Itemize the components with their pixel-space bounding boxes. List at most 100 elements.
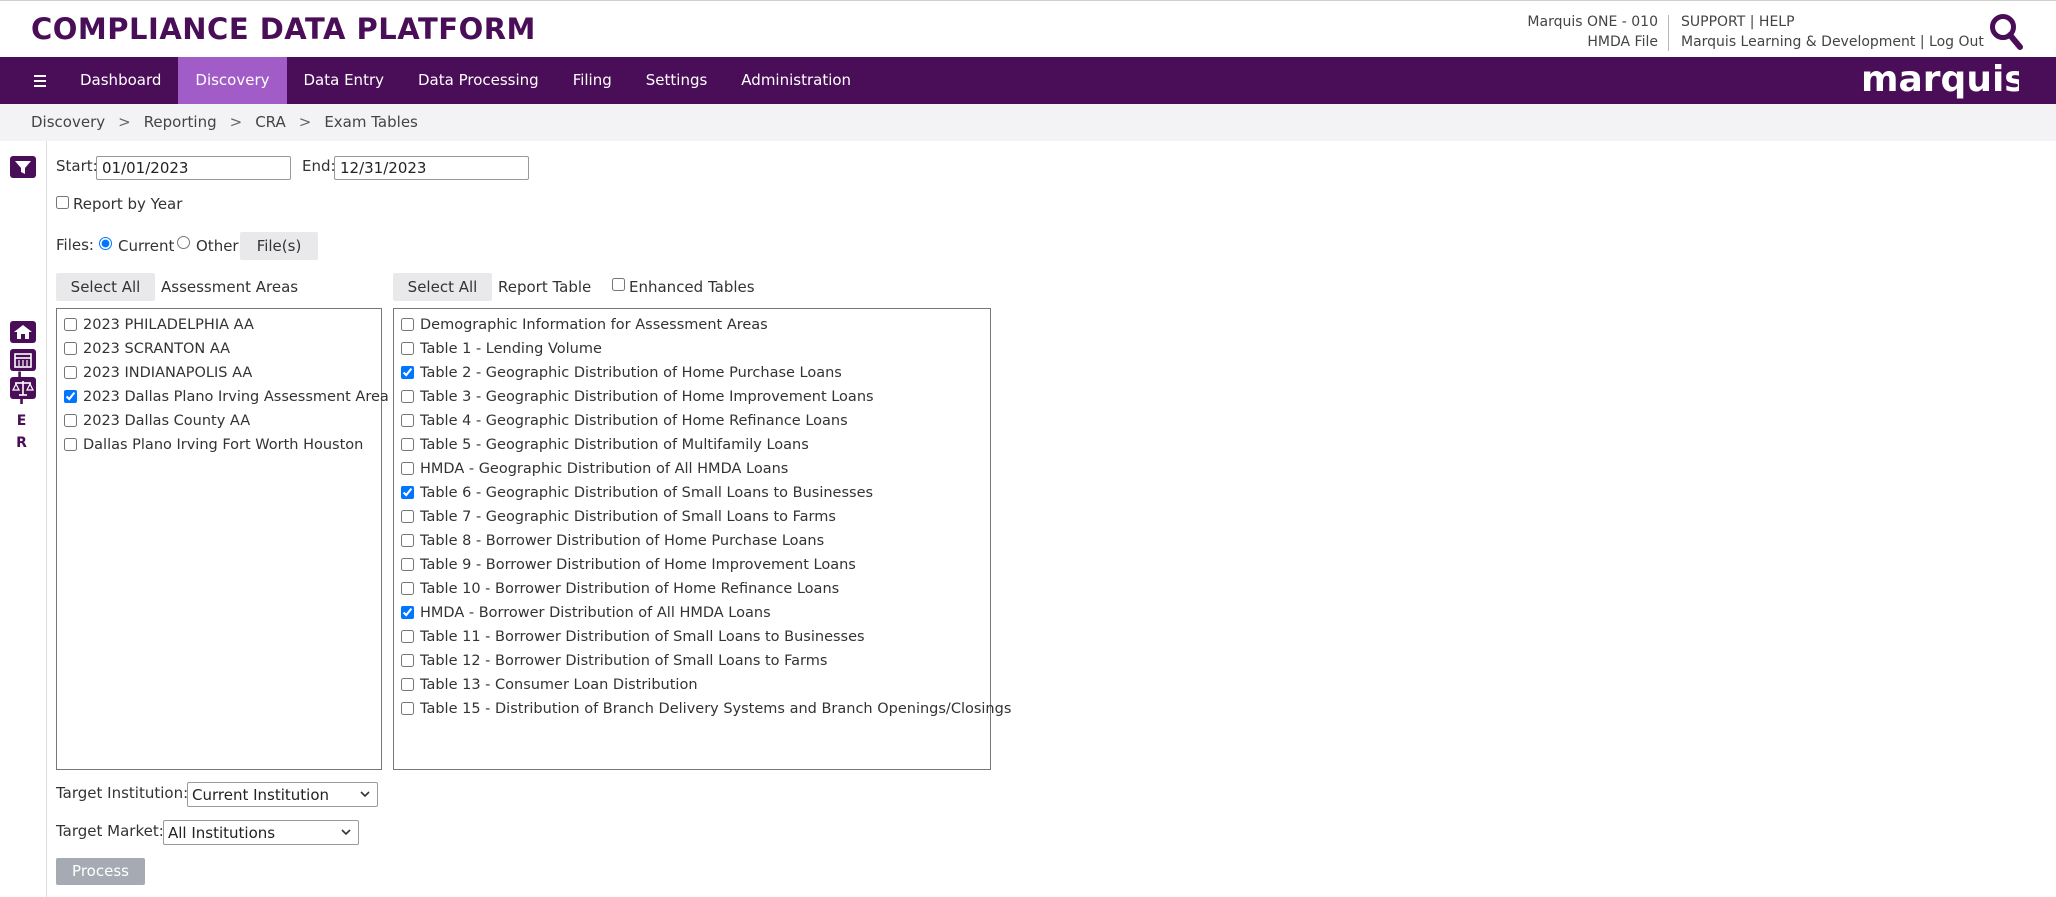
report-table-item[interactable]: Table 5 - Geographic Distribution of Mul…: [401, 437, 809, 461]
nav-dashboard[interactable]: Dashboard: [63, 57, 178, 104]
nav-settings[interactable]: Settings: [629, 57, 725, 104]
report-table-checkbox[interactable]: [401, 630, 414, 643]
chevron-down-icon: [341, 829, 351, 836]
support-links: SUPPORT | HELP Marquis Learning & Develo…: [1681, 12, 1984, 52]
assessment-area-label: 2023 Dallas County AA: [83, 413, 251, 429]
report-table-label: Table 4 - Geographic Distribution of Hom…: [420, 413, 848, 429]
files-current-radio[interactable]: [99, 237, 112, 250]
nav-data-entry[interactable]: Data Entry: [287, 57, 402, 104]
support-help-link[interactable]: SUPPORT | HELP: [1681, 12, 1984, 32]
breadcrumb-reporting[interactable]: Reporting: [144, 113, 217, 131]
nav-administration[interactable]: Administration: [724, 57, 868, 104]
scales-icon[interactable]: [10, 377, 36, 399]
breadcrumb-cra[interactable]: CRA: [255, 113, 286, 131]
select-all-tables-button[interactable]: Select All: [393, 273, 492, 301]
assessment-area-label: 2023 PHILADELPHIA AA: [83, 317, 254, 333]
report-table-checkbox[interactable]: [401, 342, 414, 355]
report-table-item[interactable]: Demographic Information for Assessment A…: [401, 317, 768, 341]
report-table-item[interactable]: Table 15 - Distribution of Branch Delive…: [401, 701, 1011, 725]
report-table-checkbox[interactable]: [401, 366, 414, 379]
breadcrumb-discovery[interactable]: Discovery: [31, 113, 105, 131]
report-table-item[interactable]: Table 7 - Geographic Distribution of Sma…: [401, 509, 836, 533]
breadcrumb-separator: >: [118, 113, 131, 131]
report-table-item[interactable]: Table 2 - Geographic Distribution of Hom…: [401, 365, 842, 389]
hamburger-icon[interactable]: [28, 71, 52, 91]
calendar-icon[interactable]: [10, 349, 36, 371]
breadcrumb-bar: Discovery > Reporting > CRA > Exam Table…: [0, 104, 2056, 141]
target-market-select[interactable]: All Institutions: [163, 820, 359, 845]
report-table-label: Demographic Information for Assessment A…: [420, 317, 768, 333]
enhanced-tables-checkbox[interactable]: [612, 278, 625, 291]
home-icon[interactable]: [10, 321, 36, 343]
start-date-input[interactable]: [96, 156, 291, 180]
report-table-checkbox[interactable]: [401, 414, 414, 427]
files-button[interactable]: File(s): [240, 232, 318, 260]
report-table-checkbox[interactable]: [401, 606, 414, 619]
report-table-item[interactable]: HMDA - Borrower Distribution of All HMDA…: [401, 605, 771, 629]
report-table-item[interactable]: Table 3 - Geographic Distribution of Hom…: [401, 389, 874, 413]
report-table-item[interactable]: Table 1 - Lending Volume: [401, 341, 602, 365]
report-table-item[interactable]: Table 8 - Borrower Distribution of Home …: [401, 533, 824, 557]
report-table-item[interactable]: Table 9 - Borrower Distribution of Home …: [401, 557, 856, 581]
search-icon[interactable]: [1988, 12, 2024, 52]
report-table-checkbox[interactable]: [401, 654, 414, 667]
report-table-checkbox[interactable]: [401, 462, 414, 475]
report-table-label: Table 1 - Lending Volume: [420, 341, 602, 357]
report-table-label: Table 15 - Distribution of Branch Delive…: [420, 701, 1012, 717]
report-table-item[interactable]: Table 6 - Geographic Distribution of Sma…: [401, 485, 873, 509]
filter-icon[interactable]: [10, 156, 36, 178]
assessment-area-checkbox[interactable]: [64, 342, 77, 355]
target-institution-select[interactable]: Current Institution: [187, 782, 378, 807]
report-table-checkbox[interactable]: [401, 534, 414, 547]
process-button[interactable]: Process: [56, 858, 145, 885]
assessment-area-checkbox[interactable]: [64, 438, 77, 451]
end-date-input[interactable]: [334, 156, 529, 180]
report-table-label: Table 3 - Geographic Distribution of Hom…: [420, 389, 874, 405]
main-nav: Dashboard Discovery Data Entry Data Proc…: [0, 57, 2056, 104]
report-table-checkbox[interactable]: [401, 558, 414, 571]
report-table-label: HMDA - Borrower Distribution of All HMDA…: [420, 605, 771, 621]
report-table-item[interactable]: Table 4 - Geographic Distribution of Hom…: [401, 413, 848, 437]
report-table-checkbox[interactable]: [401, 510, 414, 523]
report-table-item[interactable]: HMDA - Geographic Distribution of All HM…: [401, 461, 788, 485]
assessment-areas-list[interactable]: 2023 PHILADELPHIA AA 2023 SCRANTON AA 2023…: [56, 308, 389, 770]
files-other-label: Other: [196, 237, 239, 255]
assessment-area-checkbox[interactable]: [64, 414, 77, 427]
report-table-checkbox[interactable]: [401, 390, 414, 403]
report-table-checkbox[interactable]: [401, 318, 414, 331]
assessment-area-checkbox[interactable]: [64, 318, 77, 331]
end-label: End:: [302, 157, 336, 175]
report-table-item[interactable]: Table 11 - Borrower Distribution of Smal…: [401, 629, 865, 653]
assessment-area-checkbox[interactable]: [64, 366, 77, 379]
institution-info: Marquis ONE - 010 HMDA File: [1527, 12, 1658, 52]
assessment-area-item[interactable]: 2023 SCRANTON AA: [64, 341, 230, 365]
report-table-item[interactable]: Table 13 - Consumer Loan Distribution: [401, 677, 698, 701]
report-by-year-checkbox[interactable]: [56, 196, 69, 209]
institution-name[interactable]: Marquis ONE - 010: [1527, 12, 1658, 32]
select-all-areas-button[interactable]: Select All: [56, 273, 155, 301]
file-name[interactable]: HMDA File: [1527, 32, 1658, 52]
nav-data-processing[interactable]: Data Processing: [401, 57, 556, 104]
app-title: COMPLIANCE DATA PLATFORM: [31, 12, 536, 46]
report-table-checkbox[interactable]: [401, 678, 414, 691]
report-table-checkbox[interactable]: [401, 486, 414, 499]
assessment-area-label: 2023 Dallas Plano Irving Assessment Area: [83, 389, 389, 405]
report-table-item[interactable]: Table 10 - Borrower Distribution of Home…: [401, 581, 839, 605]
assessment-area-checkbox[interactable]: [64, 390, 77, 403]
report-table-label: Table 10 - Borrower Distribution of Home…: [420, 581, 840, 597]
assessment-area-item[interactable]: 2023 Dallas County AA: [64, 413, 250, 437]
nav-discovery[interactable]: Discovery: [178, 57, 287, 104]
report-table-checkbox[interactable]: [401, 438, 414, 451]
nav-filing[interactable]: Filing: [556, 57, 629, 104]
files-other-radio[interactable]: [177, 236, 190, 249]
report-table-checkbox[interactable]: [401, 582, 414, 595]
report-table-item[interactable]: Table 12 - Borrower Distribution of Smal…: [401, 653, 827, 677]
assessment-area-label: Dallas Plano Irving Fort Worth Houston: [83, 437, 364, 453]
assessment-area-item[interactable]: 2023 INDIANAPOLIS AA: [64, 365, 252, 389]
report-table-checkbox[interactable]: [401, 702, 414, 715]
user-logout-link[interactable]: Marquis Learning & Development | Log Out: [1681, 32, 1984, 52]
assessment-area-item[interactable]: 2023 PHILADELPHIA AA: [64, 317, 254, 341]
report-tables-list[interactable]: Demographic Information for Assessment A…: [393, 308, 1011, 770]
assessment-area-item[interactable]: Dallas Plano Irving Fort Worth Houston: [64, 437, 363, 461]
assessment-area-item[interactable]: 2023 Dallas Plano Irving Assessment Area: [64, 389, 389, 413]
